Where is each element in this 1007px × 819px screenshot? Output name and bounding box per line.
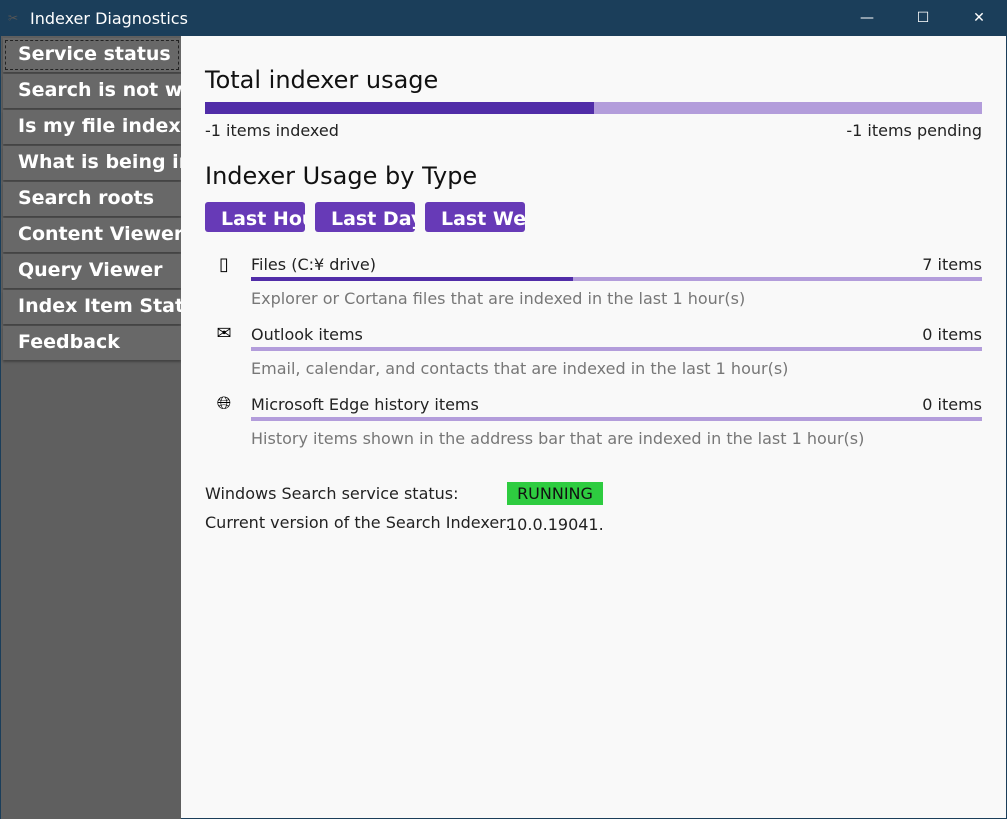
- globe-icon: 🌐︎: [216, 393, 232, 414]
- sidebar-item-search-roots[interactable]: Search roots: [3, 182, 181, 216]
- sidebar-item-query-viewer[interactable]: Query Viewer: [3, 254, 181, 288]
- title-bar: ✂ Indexer Diagnostics — ☐ ✕: [0, 0, 1007, 36]
- total-progress-fill: [205, 102, 594, 114]
- total-usage-title: Total indexer usage: [205, 66, 439, 94]
- row-name: Microsoft Edge history items: [251, 395, 479, 414]
- last-day-button[interactable]: Last Day: [315, 202, 415, 232]
- items-indexed: -1 items indexed: [205, 121, 339, 140]
- sidebar-item-what-indexed[interactable]: What is being indexed: [3, 146, 181, 180]
- main-panel: Total indexer usage -1 items indexed -1 …: [181, 36, 1007, 819]
- sidebar-item-index-item-stats[interactable]: Index Item Stats: [3, 290, 181, 324]
- sidebar-item-content-viewer[interactable]: Content Viewer: [3, 218, 181, 252]
- sidebar-item-feedback[interactable]: Feedback: [3, 326, 181, 360]
- row-progress-fill: [251, 277, 573, 281]
- version-value: 10.0.19041.3: [507, 515, 603, 534]
- minimize-button[interactable]: —: [839, 0, 895, 36]
- sidebar-item-search-not-working[interactable]: Search is not working: [3, 74, 181, 108]
- mail-icon: ✉: [216, 323, 232, 344]
- sidebar-item-is-file-indexed[interactable]: Is my file indexed: [3, 110, 181, 144]
- sidebar: Service status Search is not working Is …: [0, 36, 181, 819]
- row-progress-bar: [251, 277, 982, 281]
- row-count: 0 items: [922, 395, 982, 414]
- usage-by-type-title: Indexer Usage by Type: [205, 162, 478, 190]
- row-description: Email, calendar, and contacts that are i…: [251, 359, 789, 378]
- sidebar-item-service-status[interactable]: Service status: [3, 38, 181, 72]
- row-count: 7 items: [922, 255, 982, 274]
- app-icon: ✂: [8, 11, 19, 25]
- version-label: Current version of the Search Indexer:: [205, 513, 511, 532]
- row-count: 0 items: [922, 325, 982, 344]
- service-status-badge: RUNNING: [507, 482, 603, 505]
- row-progress-bar: [251, 417, 982, 421]
- last-hour-button[interactable]: Last Hour: [205, 202, 305, 232]
- service-status-label: Windows Search service status:: [205, 484, 459, 503]
- maximize-button[interactable]: ☐: [895, 0, 951, 36]
- row-description: History items shown in the address bar t…: [251, 429, 865, 448]
- items-pending: -1 items pending: [846, 121, 982, 140]
- last-week-button[interactable]: Last Week: [425, 202, 525, 232]
- total-progress-bar: [205, 102, 982, 114]
- row-name: Files (C:¥ drive): [251, 255, 376, 274]
- window-title: Indexer Diagnostics: [30, 8, 188, 28]
- row-description: Explorer or Cortana files that are index…: [251, 289, 746, 308]
- file-icon: ▯: [219, 254, 229, 275]
- close-button[interactable]: ✕: [951, 0, 1007, 36]
- row-progress-bar: [251, 347, 982, 351]
- row-name: Outlook items: [251, 325, 363, 344]
